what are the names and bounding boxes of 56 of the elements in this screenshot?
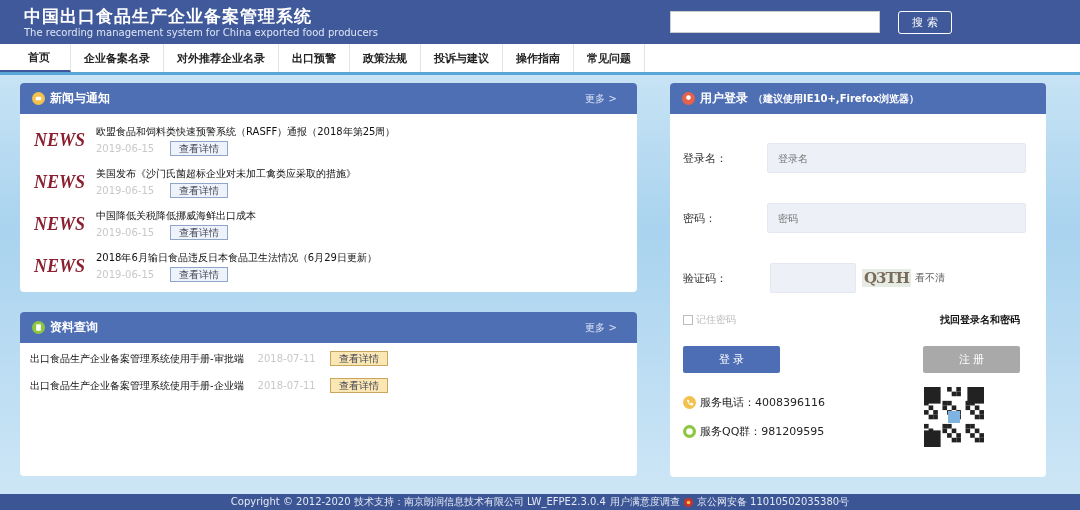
more-link[interactable]: 更多 > xyxy=(585,91,617,106)
news-label: NEWS xyxy=(34,130,84,151)
search-field[interactable] xyxy=(670,11,880,33)
password-field[interactable]: 密码 xyxy=(767,203,1026,233)
document-title[interactable]: 出口食品生产企业备案管理系统使用手册-审批端 xyxy=(30,351,244,366)
record-number: 京公网安备 11010502035380号 xyxy=(696,495,850,509)
details-button[interactable]: 查看详情 xyxy=(329,378,388,393)
browser-hint: （建议使用IE10+,Firefox浏览器） xyxy=(753,91,920,106)
news-title[interactable]: 欧盟食品和饲料类快速预警系统（RASFF）通报（2018年第25周） xyxy=(96,125,396,139)
details-button[interactable]: 查看详情 xyxy=(170,141,229,156)
panel-title: 用户登录 xyxy=(700,90,748,107)
qq-group: 服务QQ群：981209595 xyxy=(700,424,825,439)
details-button[interactable]: 查看详情 xyxy=(329,351,388,366)
news-label: NEWS xyxy=(34,256,84,277)
refresh-link[interactable]: 看不清 xyxy=(914,271,945,285)
checkbox-label: 记住密码 xyxy=(696,313,736,327)
panel-title: 资料查询 xyxy=(50,319,98,336)
survey-link[interactable]: 用户满意度调查 xyxy=(609,495,680,509)
nav-tab[interactable]: 企业备案名录 xyxy=(71,44,164,72)
details-button[interactable]: 查看详情 xyxy=(170,183,229,198)
nav-tab[interactable]: 投诉与建议 xyxy=(421,44,503,72)
site-subtitle: The recording management system for China exported food producers xyxy=(24,25,379,39)
nav-tab[interactable]: 政策法规 xyxy=(350,44,421,72)
nav-tab[interactable]: 出口预警 xyxy=(279,44,350,72)
news-label: NEWS xyxy=(34,214,84,235)
user-icon xyxy=(682,92,695,105)
news-title[interactable]: 美国发布《沙门氏菌超标企业对未加工禽类应采取的措施》 xyxy=(96,167,356,181)
panel-title: 新闻与通知 xyxy=(50,90,110,107)
field-label: 验证码： xyxy=(683,270,728,286)
details-button[interactable]: 查看详情 xyxy=(170,267,229,282)
news-title[interactable]: 2018年6月输日食品违反日本食品卫生法情况（6月29日更新） xyxy=(96,251,377,265)
phone-number: 服务电话：4008396116 xyxy=(700,395,825,410)
nav-tab[interactable]: 常见问题 xyxy=(574,44,645,72)
nav-tab[interactable]: 首页 xyxy=(0,44,71,72)
emblem-icon xyxy=(683,497,693,507)
captcha-image[interactable]: Q3TH xyxy=(862,269,911,287)
more-link[interactable]: 更多 > xyxy=(585,320,617,335)
field-label: 登录名： xyxy=(683,150,728,166)
nav-tab[interactable]: 对外推荐企业名录 xyxy=(164,44,279,72)
site-title: 中国出口食品生产企业备案管理系统 xyxy=(24,5,313,26)
recover-link[interactable]: 找回登录名和密码 xyxy=(940,313,1020,327)
phone-icon xyxy=(683,396,696,409)
document-title[interactable]: 出口食品生产企业备案管理系统使用手册-企业端 xyxy=(30,378,244,393)
document-icon xyxy=(32,321,45,334)
news-label: NEWS xyxy=(34,172,84,193)
qr-code-icon xyxy=(924,387,984,447)
checkbox[interactable] xyxy=(683,315,693,325)
captcha-field[interactable] xyxy=(770,263,856,293)
nav-tab[interactable]: 操作指南 xyxy=(503,44,574,72)
login-button[interactable]: 登 录 xyxy=(683,346,780,373)
copyright-text: Copyright © 2012-2020 技术支持：南京朗润信息技术有限公司 LW_EFPE2.3.0.4 xyxy=(230,495,606,509)
details-button[interactable]: 查看详情 xyxy=(170,225,229,240)
username-field[interactable]: 登录名 xyxy=(767,143,1026,173)
news-title[interactable]: 中国降低关税降低挪威海鲜出口成本 xyxy=(96,209,256,223)
search-button[interactable]: 搜 索 xyxy=(898,10,952,34)
field-label: 密码： xyxy=(683,210,717,226)
